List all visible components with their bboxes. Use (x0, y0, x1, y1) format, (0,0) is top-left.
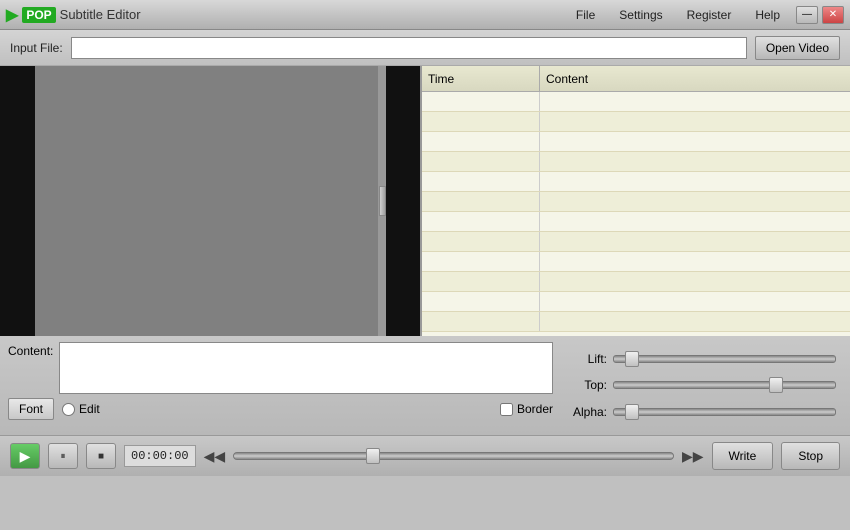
table-row[interactable] (422, 232, 850, 252)
cell-time (422, 312, 540, 331)
border-label: Border (517, 402, 553, 416)
col-content-header: Content (540, 72, 850, 86)
video-black-right (385, 66, 420, 336)
menu-bar: File Settings Register Help (572, 6, 784, 24)
edit-row: Edit (62, 402, 100, 416)
cell-time (422, 92, 540, 111)
cell-time (422, 112, 540, 131)
content-label: Content: (8, 342, 53, 358)
content-label-row: Content: (8, 342, 553, 394)
minimize-button[interactable]: — (796, 6, 818, 24)
pause-icon: ⏸ (61, 451, 66, 462)
subtitle-rows (422, 92, 850, 336)
lift-track[interactable] (613, 355, 836, 363)
table-row[interactable] (422, 92, 850, 112)
pause-button[interactable]: ⏸ (48, 443, 78, 469)
table-row[interactable] (422, 172, 850, 192)
open-video-button[interactable]: Open Video (755, 36, 840, 60)
alpha-track[interactable] (613, 408, 836, 416)
subtitle-header: Time Content (422, 66, 850, 92)
logo-pop: POP (22, 7, 55, 23)
close-button[interactable]: ✕ (822, 6, 844, 24)
write-button[interactable]: Write (712, 442, 774, 470)
table-row[interactable] (422, 312, 850, 332)
content-input[interactable] (59, 342, 553, 394)
menu-help[interactable]: Help (751, 6, 784, 24)
progress-thumb[interactable] (366, 448, 380, 464)
content-bottom-row: Font Edit Border (8, 398, 553, 420)
table-row[interactable] (422, 192, 850, 212)
top-track[interactable] (613, 381, 836, 389)
cell-time (422, 212, 540, 231)
cell-time (422, 292, 540, 311)
edit-label: Edit (79, 402, 100, 416)
lift-label: Lift: (567, 352, 607, 366)
table-row[interactable] (422, 272, 850, 292)
top-thumb[interactable] (769, 377, 783, 393)
alpha-label: Alpha: (567, 405, 607, 419)
input-file-label: Input File: (10, 41, 63, 55)
titlebar: ▶ POP Subtitle Editor File Settings Regi… (0, 0, 850, 30)
table-row[interactable] (422, 152, 850, 172)
content-left: Content: Font Edit Border (8, 342, 553, 429)
cell-time (422, 232, 540, 251)
menu-settings[interactable]: Settings (615, 6, 666, 24)
window-controls: — ✕ (796, 6, 844, 24)
timecode-display: 00:00:00 (124, 445, 196, 467)
stop-button[interactable]: ■ (86, 443, 116, 469)
stop-icon: ■ (98, 451, 104, 462)
content-area: Content: Font Edit Border Lift: Top: (0, 336, 850, 436)
alpha-thumb[interactable] (625, 404, 639, 420)
col-time-header: Time (422, 66, 540, 91)
cell-time (422, 272, 540, 291)
table-row[interactable] (422, 292, 850, 312)
video-scrollbar-thumb[interactable] (379, 186, 386, 216)
stop2-button[interactable]: Stop (781, 442, 840, 470)
menu-register[interactable]: Register (683, 6, 736, 24)
video-scrollbar[interactable] (378, 66, 386, 336)
top-slider-row: Top: (567, 373, 836, 397)
menu-file[interactable]: File (572, 6, 599, 24)
video-panel (0, 66, 420, 336)
cell-time (422, 172, 540, 191)
border-check: Border (500, 402, 553, 416)
video-black-left (0, 66, 35, 336)
table-row[interactable] (422, 212, 850, 232)
lift-slider-row: Lift: (567, 347, 836, 371)
edit-radio[interactable] (62, 403, 75, 416)
play-button[interactable]: ▶ (10, 443, 40, 469)
cell-time (422, 152, 540, 171)
app-title: Subtitle Editor (60, 7, 141, 22)
play-icon: ▶ (20, 448, 31, 465)
table-row[interactable] (422, 132, 850, 152)
font-button[interactable]: Font (8, 398, 54, 420)
alpha-slider-row: Alpha: (567, 400, 836, 424)
lift-thumb[interactable] (625, 351, 639, 367)
app-logo: ▶ POP Subtitle Editor (6, 5, 572, 25)
border-checkbox[interactable] (500, 403, 513, 416)
cell-time (422, 132, 540, 151)
table-row[interactable] (422, 252, 850, 272)
seek-right-button[interactable]: ▶▶ (682, 448, 704, 465)
top-label: Top: (567, 378, 607, 392)
input-file-field[interactable] (71, 37, 747, 59)
sliders-area: Lift: Top: Alpha: (561, 342, 842, 429)
transport-bar: ▶ ⏸ ■ 00:00:00 ◀◀ ▶▶ Write Stop (0, 436, 850, 476)
main-area: Time Content (0, 66, 850, 336)
cell-time (422, 192, 540, 211)
input-file-bar: Input File: Open Video (0, 30, 850, 66)
seek-left-button[interactable]: ◀◀ (204, 448, 226, 465)
logo-arrow-icon: ▶ (6, 5, 18, 25)
cell-time (422, 252, 540, 271)
progress-track[interactable] (233, 452, 674, 460)
table-row[interactable] (422, 112, 850, 132)
subtitle-panel: Time Content (420, 66, 850, 336)
